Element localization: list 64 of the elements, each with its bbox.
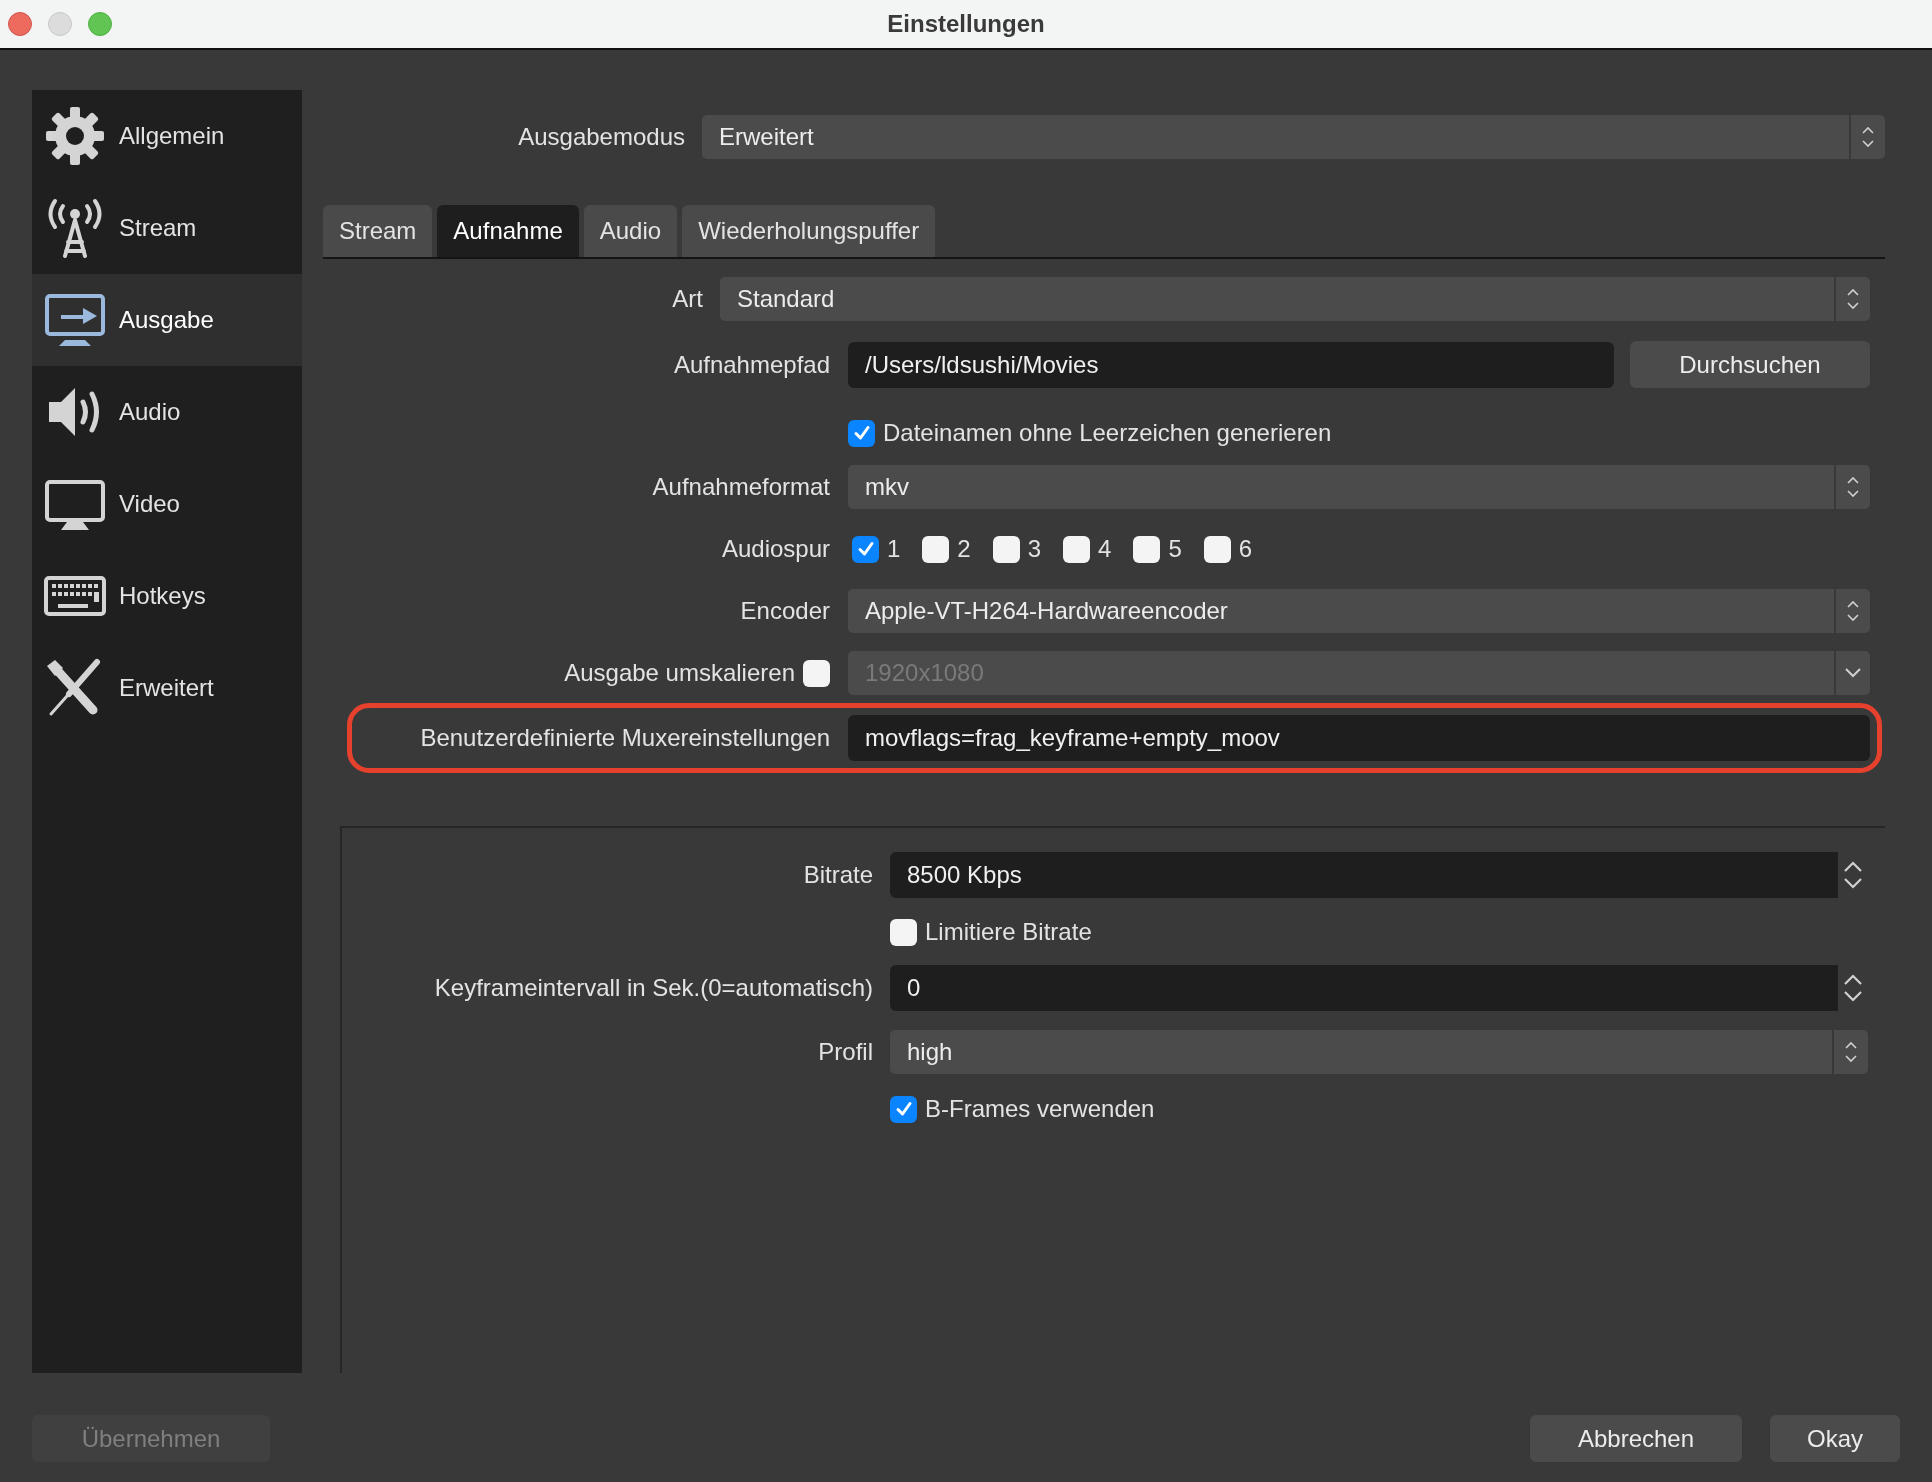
checkbox[interactable] — [1063, 535, 1091, 563]
checkmark-icon — [893, 1099, 914, 1119]
tab[interactable]: Audio — [583, 205, 678, 257]
checkbox-label: 1 — [887, 534, 901, 564]
keyframe-interval-field[interactable]: 0 — [890, 965, 1838, 1011]
encoder-select[interactable]: Apple-VT-H264-Hardwareencoder — [848, 589, 1870, 633]
tab[interactable]: Aufnahme — [437, 205, 579, 257]
sidebar-item[interactable]: Hotkeys — [32, 550, 302, 642]
tab[interactable]: Stream — [323, 205, 433, 257]
checkbox-label: 2 — [957, 534, 971, 564]
chevron-down-icon — [1845, 668, 1861, 678]
field-label: Encoder — [740, 596, 830, 626]
checkbox-label: 3 — [1027, 534, 1042, 564]
up-down-chevron-icon — [1846, 286, 1860, 312]
field-label: Keyframeintervall in Sek.(0=automatisch) — [434, 973, 873, 1003]
close-window-button[interactable] — [8, 12, 32, 36]
up-down-chevron-icon — [1846, 474, 1860, 500]
field-label: Bitrate — [803, 860, 873, 890]
window-title: Einstellungen — [887, 9, 1045, 39]
field-label: Aufnahmeformat — [652, 472, 830, 502]
muxer-settings-field[interactable]: movflags=frag_keyframe+empty_moov — [848, 715, 1870, 761]
field-label: Benutzerdefinierte Muxereinstellungen — [420, 723, 830, 753]
checkbox-label: Limitiere Bitrate — [925, 917, 1092, 947]
up-down-chevron-icon — [1844, 1039, 1858, 1065]
tab[interactable]: Wiederholungspuffer — [682, 205, 936, 257]
checkbox-label: 6 — [1238, 534, 1253, 564]
field-label: Ausgabe umskalieren — [564, 658, 795, 688]
checkbox-label: 4 — [1098, 534, 1112, 564]
format-select[interactable]: mkv — [848, 465, 1870, 509]
checkbox[interactable] — [992, 535, 1020, 563]
sidebar-item[interactable]: Ausgabe — [32, 274, 302, 366]
profile-select[interactable]: high — [890, 1030, 1868, 1074]
up-down-chevron-icon — [1846, 598, 1860, 624]
checkbox[interactable] — [848, 419, 875, 447]
checkbox[interactable] — [1203, 535, 1231, 563]
checkbox-label: Dateinamen ohne Leerzeichen generieren — [883, 418, 1332, 448]
checkbox[interactable] — [890, 918, 917, 946]
sidebar-item[interactable]: Erweitert — [32, 642, 302, 734]
checkbox-label: B-Frames verwenden — [925, 1094, 1155, 1124]
cancel-button[interactable]: Abbrechen — [1530, 1415, 1742, 1462]
field-label: Audiospur — [721, 534, 830, 564]
field-label: Art — [672, 284, 703, 314]
checkbox[interactable] — [1133, 535, 1161, 563]
field-label: Ausgabemodus — [518, 122, 685, 152]
sidebar-item[interactable]: Video — [32, 458, 302, 550]
path-field[interactable]: /Users/ldsushi/Movies — [848, 341, 1614, 388]
checkbox[interactable] — [922, 535, 950, 563]
browse-button[interactable]: Durchsuchen — [1630, 341, 1870, 388]
sidebar-item[interactable]: Stream — [32, 182, 302, 274]
field-label: Aufnahmepfad — [673, 349, 830, 380]
type-select[interactable]: Standard — [720, 277, 1870, 321]
checkmark-icon — [851, 423, 872, 443]
bitrate-field[interactable]: 8500 Kbps — [890, 852, 1838, 898]
up-down-chevron-icon — [1861, 124, 1875, 150]
field-label: Profil — [818, 1037, 873, 1067]
checkbox[interactable] — [890, 1095, 917, 1123]
checkbox-label: 5 — [1168, 534, 1182, 564]
sidebar-item[interactable]: Allgemein — [32, 90, 302, 182]
sidebar-item[interactable]: Audio — [32, 366, 302, 458]
checkbox[interactable] — [852, 535, 879, 563]
gear-icon — [43, 104, 107, 168]
output-mode-select[interactable]: Erweitert — [702, 115, 1885, 159]
checkmark-icon — [855, 539, 876, 559]
ok-button[interactable]: Okay — [1770, 1415, 1900, 1462]
